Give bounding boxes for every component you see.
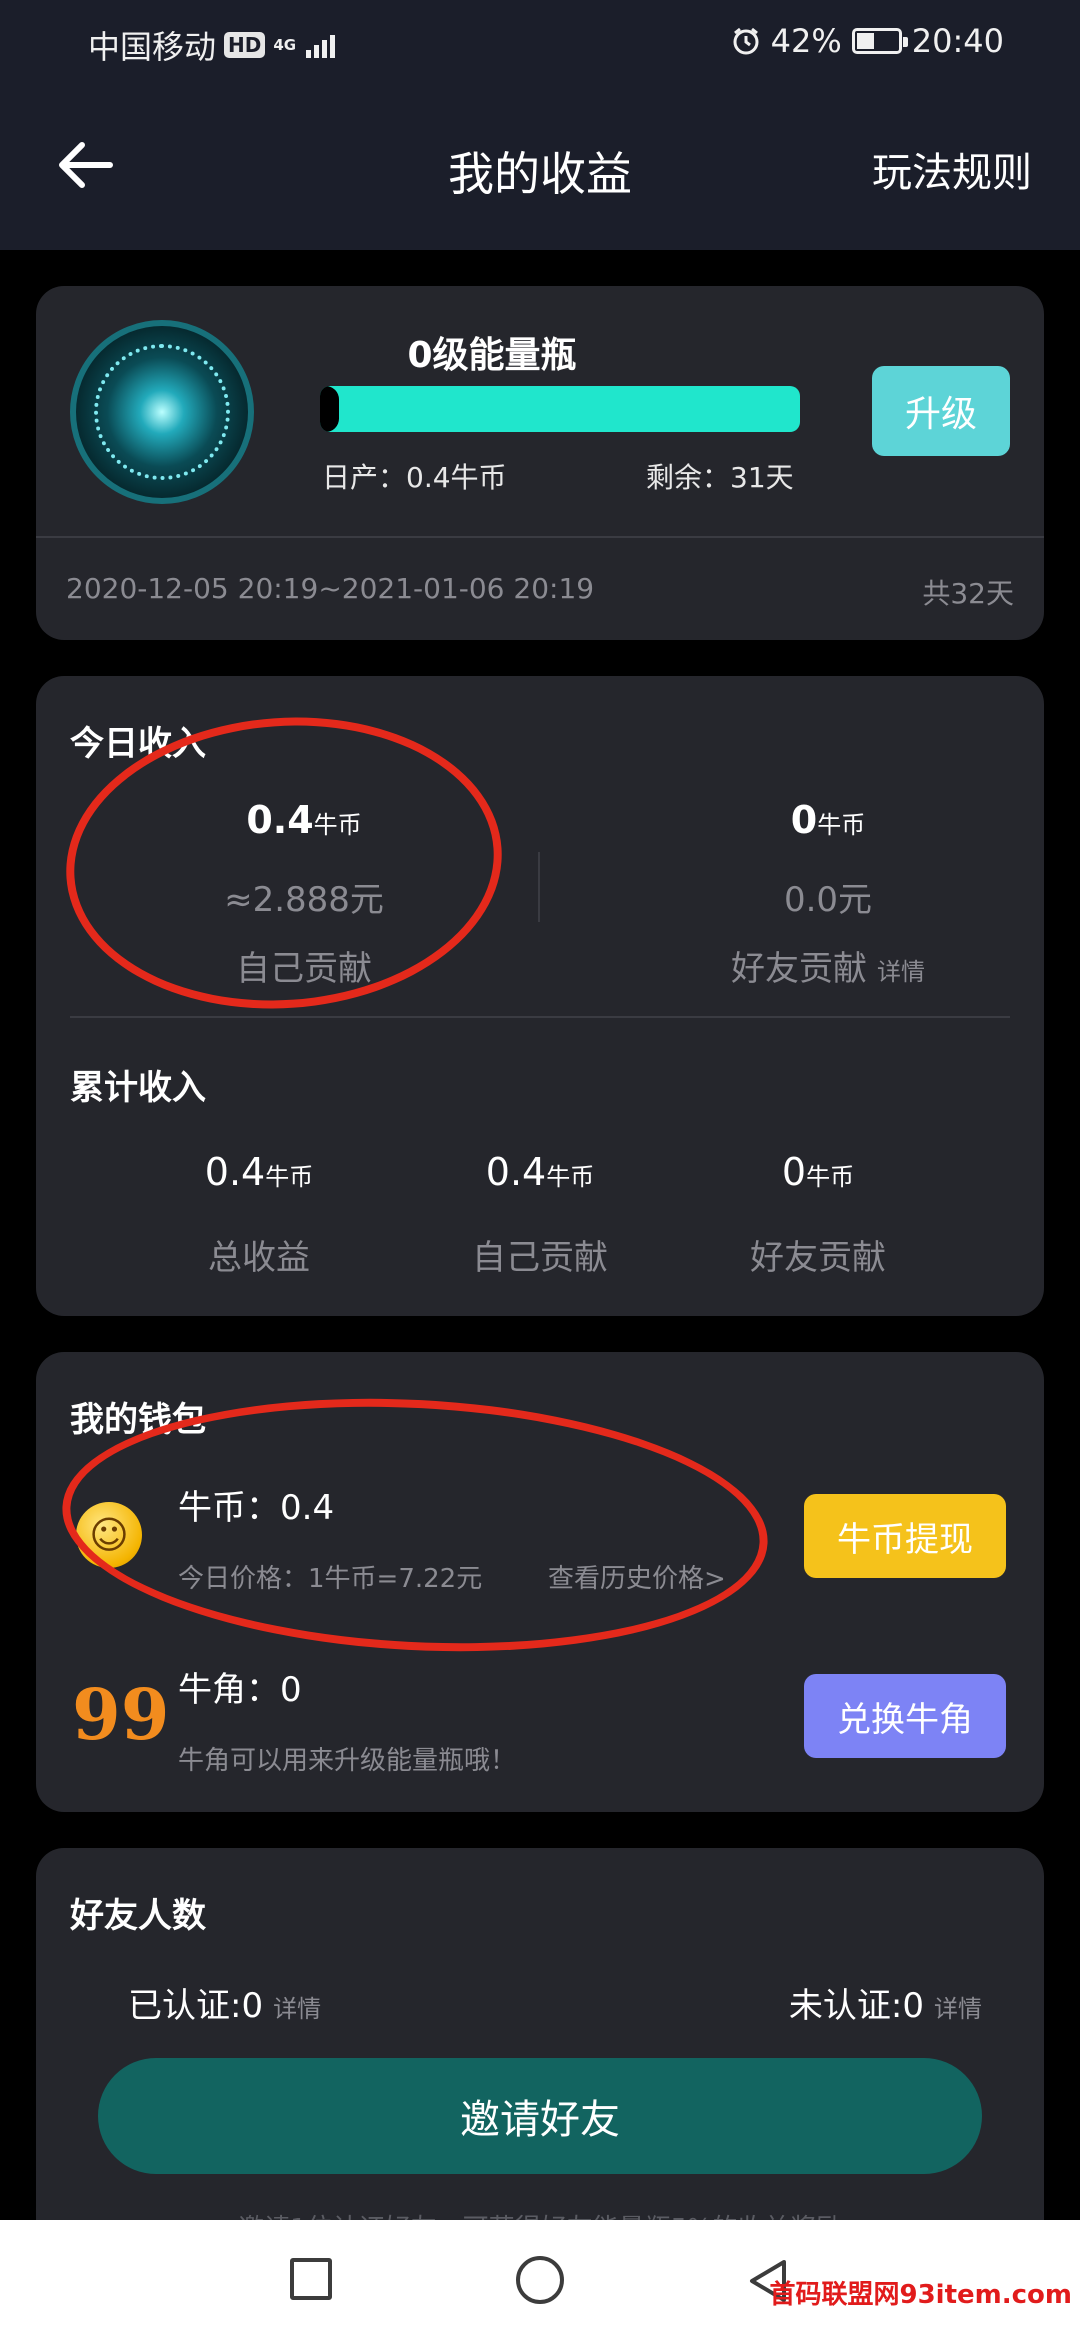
cumulative-label: 好友贡献: [750, 1238, 886, 1278]
today-income-title: 今日收入: [70, 724, 206, 764]
cumulative-value: 0.4牛币: [204, 1150, 314, 1194]
energy-bottle-card: 0级能量瓶 日产：0.4牛币 剩余：31天 升级 2020-12-05 20:1…: [36, 286, 1044, 640]
total-days: 共32天: [922, 577, 1014, 610]
cumulative-income-title: 累计收入: [70, 1068, 206, 1108]
home-icon[interactable]: [516, 2256, 564, 2304]
status-right: 42% 20:40: [731, 22, 1004, 60]
horn-icon: 99: [72, 1673, 170, 1756]
coin-balance: 牛币：0.4: [178, 1488, 335, 1528]
navigation-bar: 首码联盟网93item.com: [0, 2220, 1080, 2340]
cumulative-friends: 0牛币 好友贡献: [678, 1150, 958, 1279]
energy-progress-bar: [320, 386, 800, 432]
divider: [70, 1016, 1010, 1018]
network-type: 4G: [273, 35, 297, 54]
cumulative-value: 0牛币: [781, 1150, 855, 1194]
alarm-icon: [733, 27, 759, 55]
remaining-days: 剩余：31天: [646, 461, 794, 494]
cumulative-value: 0.4牛币: [485, 1150, 595, 1194]
carrier-info: 中国移动 HD 4G: [88, 22, 336, 68]
today-friends-label: 好友贡献 详情: [731, 949, 925, 989]
watermark: 首码联盟网93item.com: [769, 2280, 1073, 2310]
wallet-title: 我的钱包: [70, 1400, 206, 1440]
coin-price: 今日价格：1牛币=7.22元: [178, 1564, 483, 1594]
cumulative-label: 自己贡献: [472, 1238, 608, 1278]
cumulative-total: 0.4牛币 总收益: [119, 1150, 399, 1279]
friends-detail-link[interactable]: 详情: [877, 958, 925, 986]
friends-card: 好友人数 已认证:0详情 未认证:0详情 邀请好友 邀请1位认证好友，可获得好友…: [36, 1848, 1044, 2268]
divider: [36, 536, 1044, 538]
wallet-card: 我的钱包 ☺ 牛币：0.4 今日价格：1牛币=7.22元 查看历史价格> 牛币提…: [36, 1352, 1044, 1812]
daily-output: 日产：0.4牛币: [322, 461, 507, 494]
smiley-coin-icon: ☺: [76, 1502, 142, 1568]
bottle-level-title: 0级能量瓶: [407, 335, 577, 376]
upgrade-button[interactable]: 升级: [872, 366, 1010, 456]
today-friends-cny: 0.0元: [783, 880, 873, 920]
price-history-link[interactable]: 查看历史价格>: [548, 1558, 726, 1595]
income-card: 今日收入 0.4牛币 ≈2.888元 自己贡献 0牛币 0.0元 好友贡献 详情 …: [36, 676, 1044, 1316]
today-self-value: 0.4牛币: [246, 798, 362, 842]
battery-percent: 42%: [770, 22, 842, 60]
unverified-detail-link[interactable]: 详情: [934, 1995, 982, 2023]
vertical-divider: [538, 852, 540, 922]
cumulative-self: 0.4牛币 自己贡献: [400, 1150, 680, 1279]
verified-count: 已认证:0 详情: [128, 1986, 322, 2026]
today-self-cny: ≈2.888元: [224, 880, 384, 920]
today-self-contribution: 0.4牛币 ≈2.888元 自己贡献: [154, 798, 454, 990]
status-bar: 中国移动 HD 4G 42% 20:40: [0, 0, 1080, 90]
battery-icon: [851, 28, 908, 54]
horn-balance: 牛角：0: [178, 1670, 302, 1710]
hd-badge: HD: [224, 32, 266, 58]
energy-orb-icon: [70, 320, 254, 504]
signal-icon: [306, 32, 336, 58]
rules-link[interactable]: 玩法规则: [872, 140, 1032, 198]
verified-detail-link[interactable]: 详情: [273, 1995, 321, 2023]
unverified-count: 未认证:0 详情: [788, 1986, 982, 2026]
recent-apps-icon[interactable]: [290, 2258, 332, 2300]
withdraw-coin-button[interactable]: 牛币提现: [804, 1494, 1006, 1578]
cumulative-label: 总收益: [208, 1238, 310, 1278]
exchange-horn-button[interactable]: 兑换牛角: [804, 1674, 1006, 1758]
clock: 20:40: [911, 22, 1004, 60]
app-header: 我的收益 玩法规则: [0, 90, 1080, 250]
today-friends-contribution: 0牛币 0.0元 好友贡献 详情: [678, 798, 978, 990]
friends-title: 好友人数: [70, 1896, 206, 1936]
bottle-period: 2020-12-05 20:19~2021-01-06 20:19: [66, 572, 595, 605]
carrier-name: 中国移动: [88, 28, 217, 66]
today-friends-value: 0牛币: [790, 798, 866, 842]
invite-friends-button[interactable]: 邀请好友: [98, 2058, 982, 2174]
horn-tip: 牛角可以用来升级能量瓶哦！: [178, 1746, 517, 1776]
today-self-label: 自己贡献: [236, 949, 372, 989]
